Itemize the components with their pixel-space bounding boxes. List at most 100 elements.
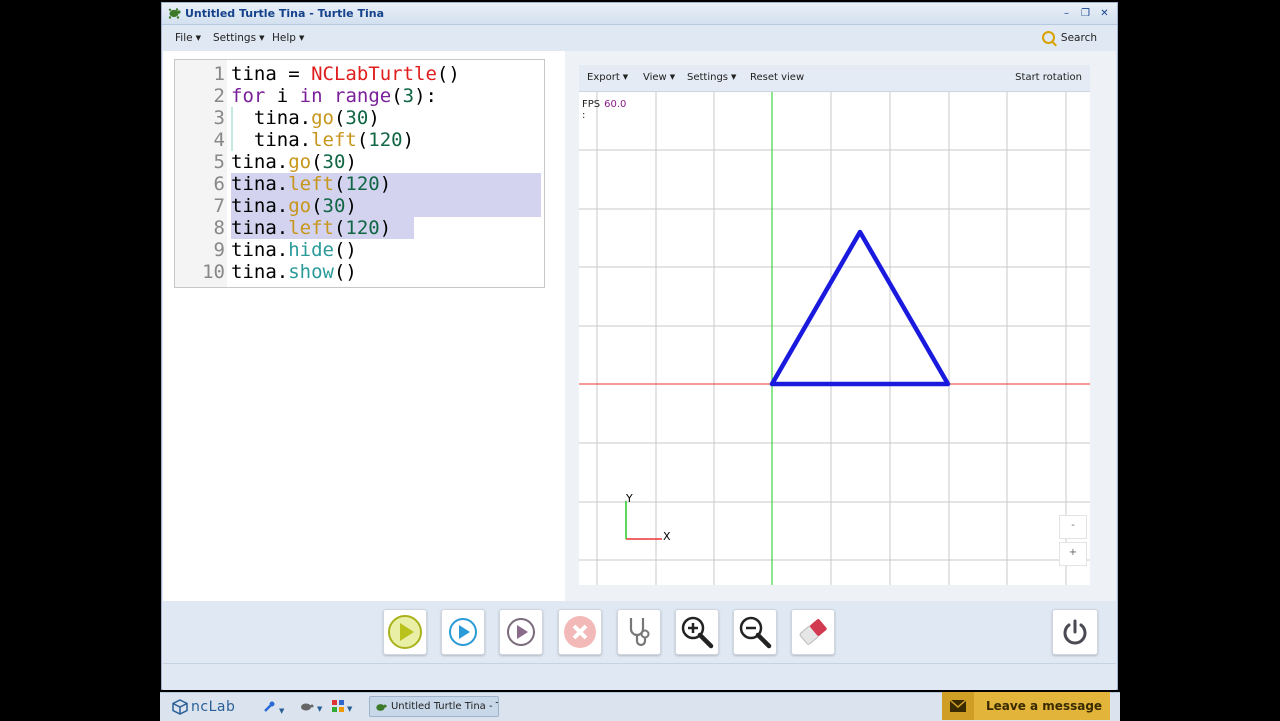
turtle-icon xyxy=(301,703,314,711)
run-button[interactable] xyxy=(383,609,427,655)
stethoscope-icon xyxy=(629,618,650,647)
code-line[interactable]: 4 tina.left(120) xyxy=(175,129,544,151)
menu-help[interactable]: Help ▼ xyxy=(272,32,304,44)
leave-message-button[interactable]: Leave a message xyxy=(942,692,1110,720)
code-line[interactable]: 9 tina.hide() xyxy=(175,239,544,261)
code-token: 30 xyxy=(345,107,369,129)
play-icon xyxy=(449,618,477,646)
menu-file[interactable]: File ▼ xyxy=(175,32,201,44)
chevron-down-icon: ▼ xyxy=(298,34,305,42)
code-token: ( xyxy=(311,151,323,173)
stop-button[interactable] xyxy=(558,609,602,655)
code-token: ) xyxy=(345,195,357,217)
menu-settings-label: Settings xyxy=(213,32,257,44)
reset-view-button[interactable]: Reset view xyxy=(750,72,804,83)
code-token: 30 xyxy=(322,151,346,173)
minimize-button[interactable]: – xyxy=(1058,6,1075,22)
code-token: hide xyxy=(288,239,334,261)
apps-menu[interactable]: ▼ xyxy=(332,700,352,715)
viewer-menu-view[interactable]: View ▼ xyxy=(643,72,675,83)
eraser-button[interactable] xyxy=(791,609,835,655)
search-icon xyxy=(1041,31,1055,44)
code-token: go xyxy=(288,151,312,173)
grid-svg: X Y xyxy=(579,92,1090,585)
code-token: () xyxy=(436,63,460,85)
grid-icon xyxy=(332,700,344,712)
tools-menu[interactable]: ▼ xyxy=(262,700,284,717)
code-text: tina.go(30) xyxy=(231,107,380,129)
turtle-menu[interactable]: ▼ xyxy=(298,700,322,715)
code-token: tina. xyxy=(231,239,289,261)
fps-value: 60.0 xyxy=(604,99,627,110)
chevron-down-icon: ▼ xyxy=(622,73,629,81)
start-rotation-button[interactable]: Start rotation xyxy=(1015,72,1082,83)
code-editor[interactable]: 1 tina = NCLabTurtle() 2 for i in range(3):… xyxy=(174,59,545,288)
turtle-triangle xyxy=(769,229,951,387)
window-title: Untitled Turtle Tina - Turtle Tina xyxy=(185,7,385,20)
code-token: ) xyxy=(368,107,380,129)
viewer-menu-export[interactable]: Export ▼ xyxy=(587,72,628,83)
code-line[interactable]: 2 for i in range(3): xyxy=(175,85,544,107)
code-line[interactable]: 10 tina.show() xyxy=(175,261,544,283)
code-token: () xyxy=(333,261,357,283)
code-line[interactable]: 6 tina.left(120) xyxy=(175,173,544,195)
viewer-menu-settings[interactable]: Settings ▼ xyxy=(687,72,736,83)
code-token: tina. xyxy=(231,261,289,283)
turtle-canvas[interactable]: X Y FPS 60.0 : - + xyxy=(579,92,1090,585)
code-token: for xyxy=(231,85,266,107)
code-token: tina. xyxy=(231,173,289,195)
fps-separator: : xyxy=(582,110,586,121)
step-button[interactable] xyxy=(441,609,485,655)
code-line[interactable]: 5 tina.go(30) xyxy=(175,151,544,173)
leave-message-label: Leave a message xyxy=(986,699,1103,713)
viewer-menu-view-label: View xyxy=(643,72,667,83)
fps-display: FPS 60.0 : xyxy=(582,99,626,121)
taskbar-window-label: Untitled Turtle Tina - Tu xyxy=(390,701,498,712)
code-token: ( xyxy=(356,129,369,151)
code-token: tina. xyxy=(231,129,312,151)
code-text: tina.go(30) xyxy=(231,151,357,173)
taskbar-window-item[interactable]: Untitled Turtle Tina - Tu xyxy=(369,696,499,717)
code-line[interactable]: 1 tina = NCLabTurtle() xyxy=(175,63,544,85)
code-token: () xyxy=(333,239,357,261)
title-bar: Untitled Turtle Tina - Turtle Tina – ❐ ✕ xyxy=(162,3,1117,25)
code-token: 120 xyxy=(368,129,403,151)
stop-icon xyxy=(564,616,596,648)
code-token: ( xyxy=(333,217,346,239)
code-token: ) xyxy=(345,151,357,173)
code-line[interactable]: 8 tina.left(120) xyxy=(175,217,544,239)
maximize-button[interactable]: ❐ xyxy=(1077,6,1094,22)
bottom-toolbar xyxy=(163,601,1116,661)
nclab-logo[interactable]: ncLab xyxy=(172,699,235,715)
code-token: ) xyxy=(402,129,415,151)
code-line[interactable]: 7 tina.go(30) xyxy=(175,195,544,217)
code-token: 120 xyxy=(345,217,380,239)
chevron-down-icon: ▼ xyxy=(259,34,265,42)
power-button[interactable] xyxy=(1052,609,1098,655)
code-text: tina.hide() xyxy=(231,239,357,261)
code-token: ( xyxy=(391,85,403,107)
line-number: 3 xyxy=(213,107,225,129)
viewer-toolbar: Export ▼ View ▼ Settings ▼ Reset view Start… xyxy=(579,65,1090,92)
axis-label-x: X xyxy=(663,530,671,543)
envelope-icon xyxy=(942,692,974,720)
zoom-plus-button[interactable]: + xyxy=(1059,542,1087,566)
fps-label: FPS xyxy=(582,99,601,110)
menu-settings[interactable]: Settings ▼ xyxy=(213,32,264,44)
zoom-in-button[interactable] xyxy=(675,609,719,655)
code-token: 30 xyxy=(322,195,346,217)
chevron-down-icon: ▼ xyxy=(731,73,737,81)
zoom-out-button[interactable] xyxy=(733,609,777,655)
close-button[interactable]: ✕ xyxy=(1096,6,1113,22)
code-line[interactable]: 3 tina.go(30) xyxy=(175,107,544,129)
search-button[interactable]: Search xyxy=(1041,31,1097,44)
code-token: 3 xyxy=(402,85,415,107)
zoom-minus-button[interactable]: - xyxy=(1059,515,1087,539)
code-token: tina. xyxy=(231,195,289,217)
code-text: tina.show() xyxy=(231,261,357,283)
code-token: 120 xyxy=(345,173,380,195)
debug-play-button[interactable] xyxy=(499,609,543,655)
stethoscope-button[interactable] xyxy=(617,609,661,655)
code-text: for i in range(3): xyxy=(231,85,437,107)
